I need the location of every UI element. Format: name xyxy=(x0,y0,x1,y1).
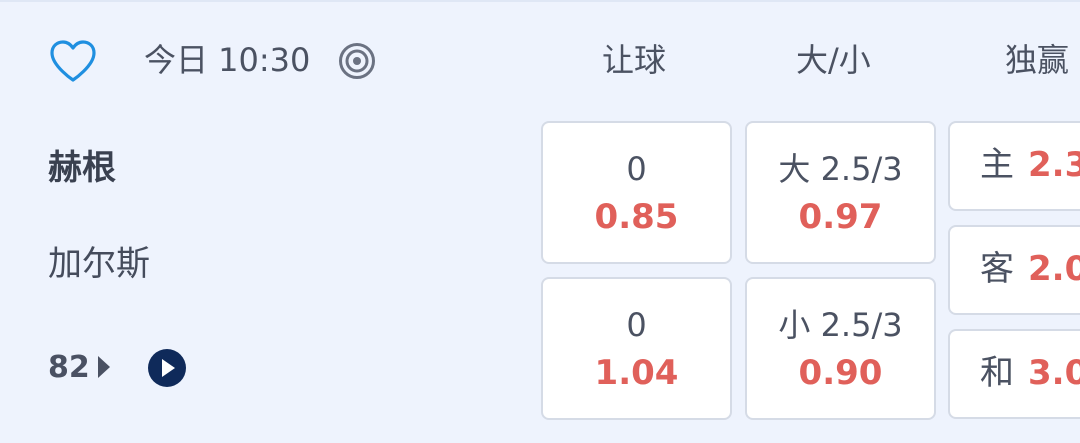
under-odd[interactable]: 小 2.5/3 0.90 xyxy=(745,277,936,420)
handicap-away-line: 0 xyxy=(626,306,647,344)
win-draw-price: 3.0 xyxy=(1028,353,1080,393)
match-minute: 82 xyxy=(48,350,90,385)
over-line: 大 2.5/3 xyxy=(778,150,903,188)
heart-outline-icon[interactable] xyxy=(48,38,98,84)
away-team-name: 加尔斯 xyxy=(48,244,150,284)
under-price: 0.90 xyxy=(798,353,883,393)
match-card: 今日 10:30 让球 大/小 独赢 赫根 加尔斯 82 0 0.85 0 1.… xyxy=(0,0,1080,443)
handicap-away-odd[interactable]: 0 1.04 xyxy=(541,277,732,420)
divider xyxy=(0,0,1080,2)
win-away-price: 2.0 xyxy=(1028,249,1080,289)
handicap-home-price: 0.85 xyxy=(594,197,679,237)
handicap-home-odd[interactable]: 0 0.85 xyxy=(541,121,732,264)
target-icon[interactable] xyxy=(338,42,376,80)
column-header-over-under: 大/小 xyxy=(796,41,871,79)
home-team-name: 赫根 xyxy=(48,148,116,188)
win-draw-label: 和 xyxy=(980,353,1014,393)
play-circle-icon[interactable] xyxy=(148,349,186,387)
handicap-home-line: 0 xyxy=(626,150,647,188)
match-time: 今日 10:30 xyxy=(144,41,311,79)
win-home-price: 2.3 xyxy=(1028,145,1080,185)
column-header-1x2: 独赢 xyxy=(1005,41,1070,79)
win-away-label: 客 xyxy=(980,249,1014,289)
handicap-away-price: 1.04 xyxy=(594,353,679,393)
caret-right-icon xyxy=(98,356,110,378)
over-price: 0.97 xyxy=(798,197,883,237)
under-line: 小 2.5/3 xyxy=(778,306,903,344)
column-header-handicap: 让球 xyxy=(602,41,667,79)
win-home-odd[interactable]: 主 2.3 xyxy=(948,121,1080,211)
win-away-odd[interactable]: 客 2.0 xyxy=(948,225,1080,315)
win-home-label: 主 xyxy=(980,145,1014,185)
win-draw-odd[interactable]: 和 3.0 xyxy=(948,329,1080,419)
over-odd[interactable]: 大 2.5/3 0.97 xyxy=(745,121,936,264)
